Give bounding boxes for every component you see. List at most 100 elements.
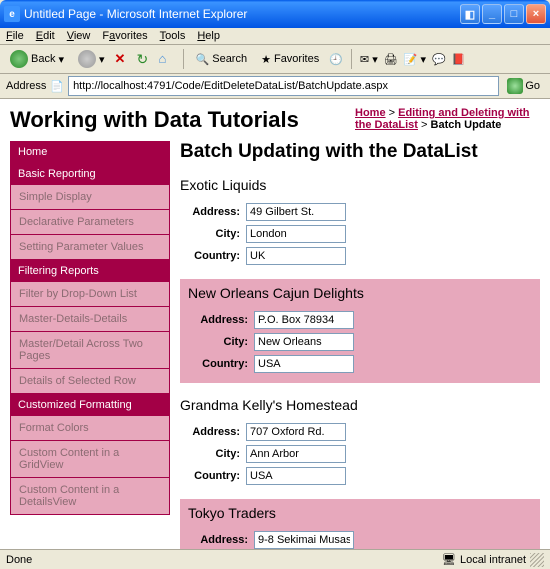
print-button[interactable]: 🖨 bbox=[384, 53, 398, 66]
field-row: Address: bbox=[180, 203, 540, 221]
field-label: Address: bbox=[188, 314, 248, 326]
breadcrumb-current: Batch Update bbox=[431, 119, 502, 131]
address-input[interactable] bbox=[246, 423, 346, 441]
toolbar: Back ▾ ▾ ✕ ↻ ⌂ 🔍 Search ★ Favorites 🕘 ✉ … bbox=[0, 45, 550, 74]
window-title: Untitled Page - Microsoft Internet Explo… bbox=[24, 7, 460, 21]
go-icon bbox=[507, 78, 523, 94]
nav-item[interactable]: Custom Content in a GridView bbox=[10, 441, 170, 478]
sidebar: HomeBasic ReportingSimple DisplayDeclara… bbox=[10, 141, 170, 549]
stop-button[interactable]: ✕ bbox=[115, 51, 131, 67]
field-row: City: bbox=[180, 225, 540, 243]
field-row: Country: bbox=[180, 467, 540, 485]
field-row: Country: bbox=[188, 355, 532, 373]
page-icon: 📄 bbox=[50, 80, 64, 93]
city-input[interactable] bbox=[246, 225, 346, 243]
country-input[interactable] bbox=[254, 355, 354, 373]
favorites-button[interactable]: ★ Favorites bbox=[257, 51, 323, 68]
close-button[interactable]: × bbox=[526, 4, 546, 24]
city-input[interactable] bbox=[246, 445, 346, 463]
edit-button[interactable]: 📝 ▾ bbox=[404, 53, 426, 66]
supplier-name: Grandma Kelly's Homestead bbox=[180, 397, 540, 413]
address-bar: Address 📄 Go bbox=[0, 74, 550, 99]
research-button[interactable]: 📕 bbox=[452, 53, 466, 66]
search-button[interactable]: 🔍 Search bbox=[192, 51, 252, 68]
window-extra-button[interactable]: ◧ bbox=[460, 4, 480, 24]
nav-item[interactable]: Filter by Drop-Down List bbox=[10, 282, 170, 307]
supplier-name: Exotic Liquids bbox=[180, 177, 540, 193]
mail-button[interactable]: ✉ ▾ bbox=[360, 53, 378, 66]
field-label: City: bbox=[180, 448, 240, 460]
nav-item[interactable]: Simple Display bbox=[10, 185, 170, 210]
menu-edit[interactable]: Edit bbox=[36, 30, 55, 42]
home-button[interactable]: ⌂ bbox=[159, 51, 175, 67]
nav-item[interactable]: Format Colors bbox=[10, 416, 170, 441]
content-area: Home > Editing and Deleting with the Dat… bbox=[0, 99, 550, 549]
separator bbox=[351, 49, 352, 69]
maximize-button[interactable]: □ bbox=[504, 4, 524, 24]
address-input[interactable] bbox=[254, 531, 354, 549]
window-titlebar: e Untitled Page - Microsoft Internet Exp… bbox=[0, 0, 550, 28]
address-input[interactable] bbox=[246, 203, 346, 221]
address-input[interactable] bbox=[68, 76, 499, 96]
status-bar: Done 🖥 Local intranet bbox=[0, 549, 550, 569]
field-label: Address: bbox=[188, 534, 248, 546]
nav-item[interactable]: Master/Detail Across Two Pages bbox=[10, 332, 170, 369]
nav-header[interactable]: Home bbox=[10, 141, 170, 163]
field-label: Address: bbox=[180, 426, 240, 438]
supplier-block: Grandma Kelly's Homestead Address: City: Co… bbox=[180, 397, 540, 485]
nav-item[interactable]: Master-Details-Details bbox=[10, 307, 170, 332]
address-label: Address bbox=[6, 80, 46, 92]
menu-file[interactable]: File bbox=[6, 30, 24, 42]
address-input[interactable] bbox=[254, 311, 354, 329]
field-label: Country: bbox=[180, 470, 240, 482]
field-label: City: bbox=[180, 228, 240, 240]
field-row: Address: bbox=[180, 423, 540, 441]
field-label: Country: bbox=[180, 250, 240, 262]
refresh-button[interactable]: ↻ bbox=[137, 51, 153, 67]
field-label: Address: bbox=[180, 206, 240, 218]
breadcrumb: Home > Editing and Deleting with the Dat… bbox=[355, 107, 540, 131]
history-button[interactable]: 🕘 bbox=[329, 53, 343, 66]
field-row: Country: bbox=[180, 247, 540, 265]
separator bbox=[183, 49, 184, 69]
main-content: Batch Updating with the DataList Exotic … bbox=[180, 141, 540, 549]
main-heading: Batch Updating with the DataList bbox=[180, 141, 540, 163]
menu-bar: File Edit View Favorites Tools Help bbox=[0, 28, 550, 45]
back-button[interactable]: Back ▾ bbox=[6, 48, 68, 70]
zone-label: Local intranet bbox=[460, 554, 526, 566]
nav-item[interactable]: Details of Selected Row bbox=[10, 369, 170, 394]
nav-item[interactable]: Setting Parameter Values bbox=[10, 235, 170, 260]
ie-icon: e bbox=[4, 6, 20, 22]
supplier-block: Exotic Liquids Address: City: Country: bbox=[180, 177, 540, 265]
field-label: City: bbox=[188, 336, 248, 348]
nav-item[interactable]: Declarative Parameters bbox=[10, 210, 170, 235]
nav-item[interactable]: Custom Content in a DetailsView bbox=[10, 478, 170, 515]
status-text: Done bbox=[6, 554, 32, 566]
nav-header[interactable]: Basic Reporting bbox=[10, 163, 170, 185]
city-input[interactable] bbox=[254, 333, 354, 351]
nav-header[interactable]: Filtering Reports bbox=[10, 260, 170, 282]
supplier-name: Tokyo Traders bbox=[188, 505, 532, 521]
country-input[interactable] bbox=[246, 247, 346, 265]
supplier-name: New Orleans Cajun Delights bbox=[188, 285, 532, 301]
field-row: City: bbox=[180, 445, 540, 463]
field-row: Address: bbox=[188, 531, 532, 549]
supplier-block: New Orleans Cajun Delights Address: City: C… bbox=[180, 279, 540, 383]
discuss-button[interactable]: 💬 bbox=[432, 53, 446, 66]
menu-view[interactable]: View bbox=[67, 30, 91, 42]
minimize-button[interactable]: _ bbox=[482, 4, 502, 24]
menu-favorites[interactable]: Favorites bbox=[102, 30, 147, 42]
go-button[interactable]: Go bbox=[503, 77, 544, 95]
nav-header[interactable]: Customized Formatting bbox=[10, 394, 170, 416]
country-input[interactable] bbox=[246, 467, 346, 485]
forward-icon bbox=[78, 50, 96, 68]
supplier-block: Tokyo TradersAddress:City:Country: bbox=[180, 499, 540, 549]
menu-tools[interactable]: Tools bbox=[160, 30, 186, 42]
menu-help[interactable]: Help bbox=[197, 30, 220, 42]
field-row: City: bbox=[188, 333, 532, 351]
field-row: Address: bbox=[188, 311, 532, 329]
back-icon bbox=[10, 50, 28, 68]
field-label: Country: bbox=[188, 358, 248, 370]
forward-button: ▾ bbox=[74, 48, 109, 70]
breadcrumb-home[interactable]: Home bbox=[355, 107, 386, 119]
